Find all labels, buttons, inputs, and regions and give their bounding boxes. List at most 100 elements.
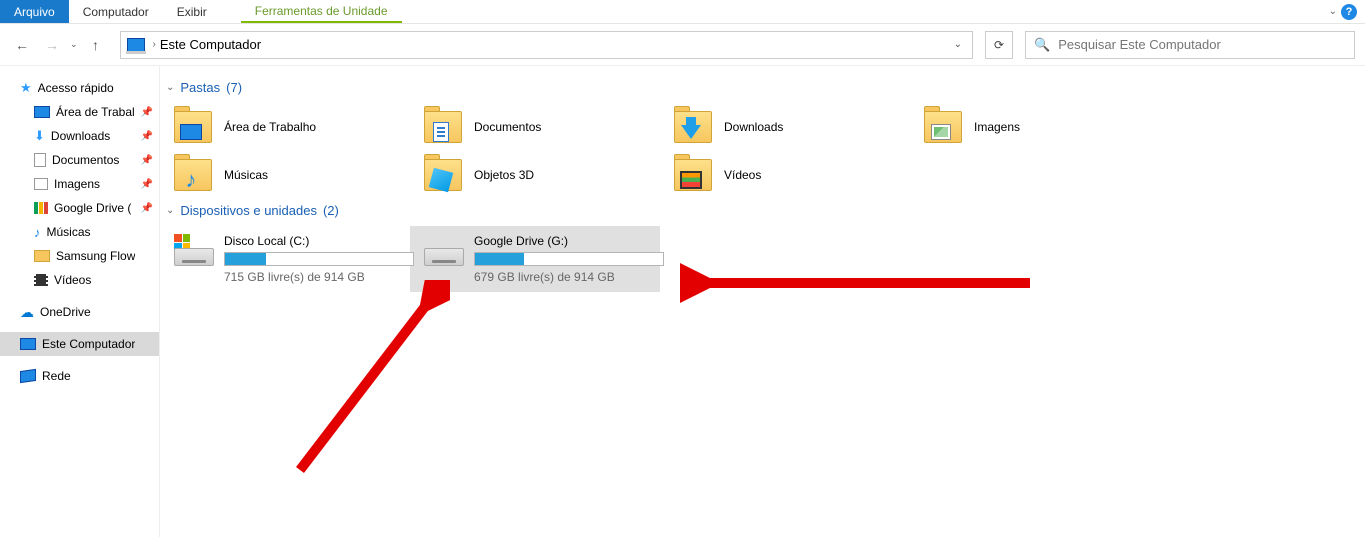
sidebar-item-videos[interactable]: Vídeos — [0, 268, 159, 292]
folder-label: Objetos 3D — [474, 168, 534, 182]
sidebar-label: Músicas — [47, 225, 91, 239]
sidebar: ★ Acesso rápido Área de Trabal 📌 ⬇ Downl… — [0, 66, 160, 537]
folder-icon — [174, 111, 212, 143]
sidebar-label: Acesso rápido — [38, 81, 114, 95]
content-pane: ⌄ Pastas (7) Área de Trabalho Documentos… — [160, 66, 1365, 537]
sidebar-label: OneDrive — [40, 305, 91, 319]
folder-3d-objects[interactable]: Objetos 3D — [410, 151, 660, 199]
breadcrumb-sep-icon: › — [153, 39, 156, 50]
main-area: ★ Acesso rápido Área de Trabal 📌 ⬇ Downl… — [0, 66, 1365, 537]
download-icon: ⬇ — [34, 128, 45, 144]
sidebar-item-documents[interactable]: Documentos 📌 — [0, 148, 159, 172]
chevron-down-icon: ⌄ — [166, 205, 174, 216]
sidebar-label: Rede — [42, 369, 71, 383]
pin-icon: 📌 — [141, 107, 153, 118]
folder-icon — [424, 111, 462, 143]
menu-exibir[interactable]: Exibir — [163, 0, 221, 23]
drive-name: Google Drive (G:) — [474, 234, 664, 248]
group-header-drives[interactable]: ⌄ Dispositivos e unidades (2) — [160, 199, 1355, 226]
computer-icon — [20, 338, 36, 350]
video-icon — [34, 274, 48, 286]
search-icon: 🔍 — [1034, 37, 1050, 53]
cloud-icon: ☁ — [20, 304, 34, 321]
folder-icon — [674, 111, 712, 143]
sidebar-item-this-pc[interactable]: Este Computador — [0, 332, 159, 356]
music-icon: ♪ — [34, 225, 41, 240]
folder-label: Vídeos — [724, 168, 761, 182]
sidebar-label: Imagens — [54, 177, 100, 191]
sidebar-item-downloads[interactable]: ⬇ Downloads 📌 — [0, 124, 159, 148]
drive-free-space: 679 GB livre(s) de 914 GB — [474, 270, 664, 284]
drives-grid: Disco Local (C:) 715 GB livre(s) de 914 … — [160, 226, 1355, 292]
sidebar-label: Vídeos — [54, 273, 91, 287]
ribbon-expand-icon[interactable]: ⌄ — [1329, 6, 1337, 17]
folder-icon — [424, 159, 462, 191]
star-icon: ★ — [20, 80, 32, 96]
drive-usage-bar — [474, 252, 664, 266]
sidebar-label: Downloads — [51, 129, 110, 143]
pin-icon: 📌 — [141, 179, 153, 190]
folders-grid: Área de Trabalho Documentos Downloads Im… — [160, 103, 1355, 199]
folder-downloads[interactable]: Downloads — [660, 103, 910, 151]
sidebar-item-onedrive[interactable]: ☁ OneDrive — [0, 300, 159, 324]
drive-usage-bar — [224, 252, 414, 266]
menu-arquivo[interactable]: Arquivo — [0, 0, 69, 23]
help-icon[interactable]: ? — [1341, 4, 1357, 20]
group-header-folders[interactable]: ⌄ Pastas (7) — [160, 76, 1355, 103]
sidebar-item-images[interactable]: Imagens 📌 — [0, 172, 159, 196]
folder-icon: ♪ — [174, 159, 212, 191]
folder-label: Downloads — [724, 120, 783, 134]
sidebar-item-desktop[interactable]: Área de Trabal 📌 — [0, 100, 159, 124]
folder-videos[interactable]: Vídeos — [660, 151, 910, 199]
folder-icon — [34, 250, 50, 262]
drive-icon — [424, 234, 464, 266]
address-dropdown-icon[interactable]: ⌄ — [950, 39, 966, 50]
folder-label: Imagens — [974, 120, 1020, 134]
search-box[interactable]: 🔍 — [1025, 31, 1355, 59]
google-drive-icon — [34, 202, 48, 214]
folder-images[interactable]: Imagens — [910, 103, 1160, 151]
drive-name: Disco Local (C:) — [224, 234, 414, 248]
drive-google-g[interactable]: Google Drive (G:) 679 GB livre(s) de 914… — [410, 226, 660, 292]
folder-documents[interactable]: Documentos — [410, 103, 660, 151]
pin-icon: 📌 — [141, 131, 153, 142]
drive-local-c[interactable]: Disco Local (C:) 715 GB livre(s) de 914 … — [160, 226, 410, 292]
folder-icon — [924, 111, 962, 143]
group-label: Dispositivos e unidades — [180, 203, 317, 218]
address-bar[interactable]: › Este Computador ⌄ — [120, 31, 973, 59]
recent-locations-icon[interactable]: ⌄ — [70, 39, 78, 50]
sidebar-item-google-drive[interactable]: Google Drive ( 📌 — [0, 196, 159, 220]
search-input[interactable] — [1058, 37, 1346, 52]
back-button[interactable]: ← — [10, 33, 34, 57]
menu-bar: Arquivo Computador Exibir Ferramentas de… — [0, 0, 1365, 24]
refresh-button[interactable]: ⟳ — [985, 31, 1013, 59]
pin-icon: 📌 — [141, 155, 153, 166]
folder-music[interactable]: ♪ Músicas — [160, 151, 410, 199]
desktop-icon — [34, 106, 50, 118]
network-icon — [20, 369, 36, 383]
group-label: Pastas — [180, 80, 220, 95]
sidebar-item-quick-access[interactable]: ★ Acesso rápido — [0, 76, 159, 100]
sidebar-item-samsung-flow[interactable]: Samsung Flow — [0, 244, 159, 268]
forward-button[interactable]: → — [40, 33, 64, 57]
sidebar-item-network[interactable]: Rede — [0, 364, 159, 388]
document-icon — [34, 153, 46, 167]
up-button[interactable]: ↑ — [84, 33, 108, 57]
sidebar-label: Este Computador — [42, 337, 135, 351]
sidebar-item-music[interactable]: ♪ Músicas — [0, 220, 159, 244]
folder-desktop[interactable]: Área de Trabalho — [160, 103, 410, 151]
folder-label: Músicas — [224, 168, 268, 182]
image-icon — [34, 178, 48, 190]
menu-ferramentas-unidade[interactable]: Ferramentas de Unidade — [241, 0, 402, 23]
chevron-down-icon: ⌄ — [166, 82, 174, 93]
sidebar-label: Google Drive ( — [54, 201, 131, 215]
sidebar-label: Samsung Flow — [56, 249, 135, 263]
sidebar-label: Área de Trabal — [56, 105, 135, 119]
sidebar-label: Documentos — [52, 153, 119, 167]
group-count: (7) — [226, 80, 242, 95]
folder-label: Documentos — [474, 120, 541, 134]
nav-bar: ← → ⌄ ↑ › Este Computador ⌄ ⟳ 🔍 — [0, 24, 1365, 66]
menu-computador[interactable]: Computador — [69, 0, 163, 23]
breadcrumb-location[interactable]: Este Computador — [160, 37, 261, 52]
drive-free-space: 715 GB livre(s) de 914 GB — [224, 270, 414, 284]
